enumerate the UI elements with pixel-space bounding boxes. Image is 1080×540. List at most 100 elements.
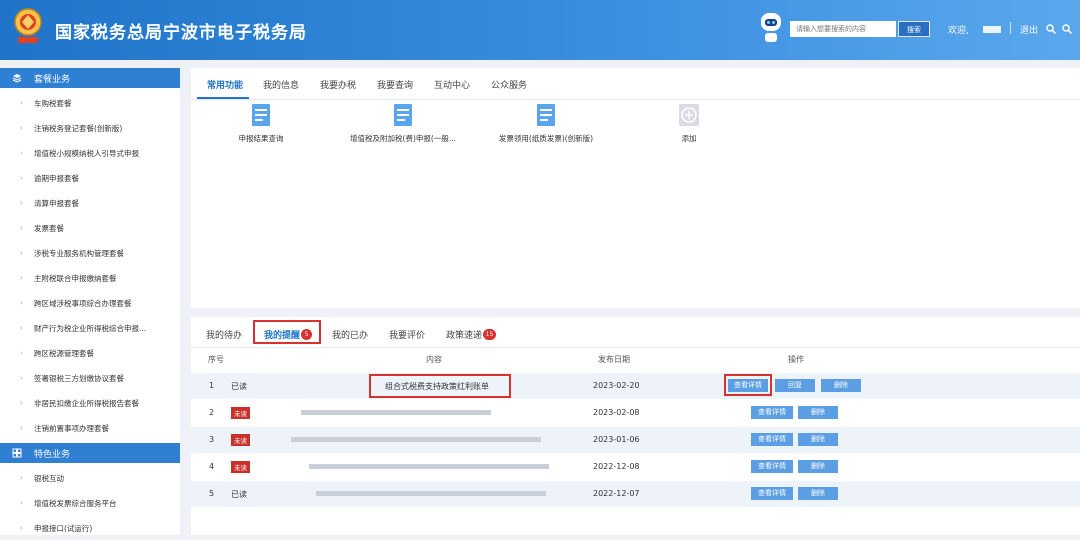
sidebar-item[interactable]: › 增值税小规模纳税人引导式申报 (0, 140, 180, 165)
bullet-icon: › (20, 224, 23, 232)
sidebar-group-label: 特色业务 (34, 450, 71, 460)
bullet-icon: › (20, 274, 23, 282)
tab-my-info[interactable]: 我的信息 (263, 78, 299, 91)
sidebar-item[interactable]: › 申报接口(试运行) (0, 515, 180, 540)
tab-my-done[interactable]: 我的已办 (332, 328, 368, 341)
function-vat-declaration[interactable]: 增值税及附加税(费)申报(一般... (333, 100, 473, 160)
redacted-content (309, 464, 549, 469)
table-row[interactable]: 1 已读 组合式税费支持政策红利账单 2023-02-20 查看详情 回复 删除 (191, 373, 1080, 399)
view-details-button[interactable]: 查看详情 (751, 460, 793, 473)
sidebar-item[interactable]: › 财产行为税企业所得税综合申报... (0, 315, 180, 340)
bullet-icon: › (20, 249, 23, 257)
bullet-icon: › (20, 349, 23, 357)
tab-policy-express[interactable]: 政策速递 (446, 328, 482, 341)
tax-emblem-icon (14, 8, 42, 43)
sidebar-item[interactable]: › 注销前置事项办理套餐 (0, 415, 180, 440)
unread-badge: 未读 (231, 407, 250, 419)
sidebar-item-label: 财产行为税企业所得税综合申报... (34, 324, 147, 333)
sidebar-item-label: 非居民扣缴企业所得税报告套餐 (34, 399, 139, 408)
sidebar-group-label: 套餐业务 (34, 75, 71, 85)
delete-button[interactable]: 删除 (798, 433, 838, 446)
function-label: 添加 (681, 134, 697, 143)
sidebar-item[interactable]: › 银税互动 (0, 465, 180, 490)
sidebar-item[interactable]: › 签署银税三方划缴协议套餐 (0, 365, 180, 390)
row-number: 3 (209, 435, 215, 444)
column-header-date: 发布日期 (598, 355, 630, 364)
tab-my-todo[interactable]: 我的待办 (206, 328, 242, 341)
row-number: 2 (209, 408, 215, 417)
reply-button[interactable]: 回复 (775, 379, 815, 392)
function-declaration-query[interactable]: 申报结果查询 (191, 100, 331, 160)
sidebar-item-label: 逾期申报套餐 (34, 174, 79, 183)
bullet-icon: › (20, 499, 23, 507)
delete-button[interactable]: 删除 (821, 379, 861, 392)
sidebar-item-label: 发票套餐 (34, 224, 64, 233)
tabs-divider (191, 347, 1080, 348)
tab-interaction[interactable]: 互动中心 (434, 78, 470, 91)
redacted-content (291, 437, 541, 442)
tab-query[interactable]: 我要查询 (377, 78, 413, 91)
table-row[interactable]: 4 未读 2022-12-08 查看详情 删除 (191, 454, 1080, 480)
publish-date: 2023-01-06 (593, 435, 640, 444)
table-row[interactable]: 5 已读 2022-12-07 查看详情 删除 (191, 481, 1080, 507)
function-label: 申报结果查询 (238, 134, 284, 143)
function-invoice-collection[interactable]: 发票领用(纸质发票)(创新版) (476, 100, 616, 160)
sidebar-item[interactable]: › 跨区税源管理套餐 (0, 340, 180, 365)
sidebar-item[interactable]: › 清算申报套餐 (0, 190, 180, 215)
sidebar-item[interactable]: › 增值税发票综合服务平台 (0, 490, 180, 515)
read-status: 已读 (231, 490, 247, 499)
sidebar-item-label: 申报接口(试运行) (34, 524, 93, 533)
sidebar-item-label: 主附税联合申报缴纳套餐 (34, 274, 117, 283)
function-label: 增值税及附加税(费)申报(一般... (350, 134, 456, 143)
view-details-button[interactable]: 查看详情 (751, 406, 793, 419)
view-details-button[interactable]: 查看详情 (751, 487, 793, 500)
user-name-redacted (983, 26, 1001, 33)
redacted-content (301, 410, 491, 415)
sidebar-group-featured[interactable]: 特色业务 (0, 443, 180, 463)
sidebar-item[interactable]: › 注销税务登记套餐(创新版) (0, 115, 180, 140)
sidebar-item[interactable]: › 涉税专业服务机构管理套餐 (0, 240, 180, 265)
delete-button[interactable]: 删除 (798, 487, 838, 500)
tab-public-service[interactable]: 公众服务 (491, 78, 527, 91)
welcome-text: 欢迎, (948, 26, 969, 36)
sidebar-item-label: 签署银税三方划缴协议套餐 (34, 374, 124, 383)
publish-date: 2023-02-20 (593, 381, 640, 390)
redacted-content (316, 491, 546, 496)
sidebar-item[interactable]: › 主附税联合申报缴纳套餐 (0, 265, 180, 290)
bullet-icon: › (20, 199, 23, 207)
zoom-in-icon[interactable] (1046, 24, 1056, 34)
delete-button[interactable]: 删除 (798, 406, 838, 419)
search-input[interactable] (790, 21, 896, 37)
sidebar-item[interactable]: › 发票套餐 (0, 215, 180, 240)
bullet-icon: › (20, 399, 23, 407)
messages-panel: 我的待办 我的提醒 5 我的已办 我要评价 政策速递 15 序号 内容 发布日期… (191, 317, 1080, 535)
logout-link[interactable]: 退出 (1020, 23, 1038, 36)
highlight-frame-tab (253, 320, 321, 344)
tab-common-functions[interactable]: 常用功能 (207, 78, 243, 91)
bullet-icon: › (20, 474, 23, 482)
delete-button[interactable]: 删除 (798, 460, 838, 473)
search-button[interactable]: 搜索 (898, 21, 930, 37)
layers-icon (12, 74, 22, 83)
grid-icon (12, 448, 22, 458)
row-number: 4 (209, 462, 215, 471)
sidebar-item-label: 增值税小规模纳税人引导式申报 (34, 149, 139, 158)
bullet-icon: › (20, 424, 23, 432)
robot-assistant-icon[interactable] (758, 10, 784, 46)
sidebar-item[interactable]: › 跨区域涉税事项综合办理套餐 (0, 290, 180, 315)
sidebar-group-packages[interactable]: 套餐业务 (0, 68, 180, 88)
sidebar-item-label: 增值税发票综合服务平台 (34, 499, 117, 508)
table-row[interactable]: 3 未读 2023-01-06 查看详情 删除 (191, 427, 1080, 453)
sidebar-item[interactable]: › 逾期申报套餐 (0, 165, 180, 190)
column-header-no: 序号 (208, 355, 224, 364)
tab-evaluate[interactable]: 我要评价 (389, 328, 425, 341)
sidebar-item-label: 注销前置事项办理套餐 (34, 424, 109, 433)
tab-tax-handling[interactable]: 我要办税 (320, 78, 356, 91)
view-details-button[interactable]: 查看详情 (751, 433, 793, 446)
table-row[interactable]: 2 未读 2023-02-08 查看详情 删除 (191, 400, 1080, 426)
function-add[interactable]: 添加 (619, 100, 759, 160)
sidebar-item[interactable]: › 车购税套餐 (0, 90, 180, 115)
sidebar-item[interactable]: › 非居民扣缴企业所得税报告套餐 (0, 390, 180, 415)
zoom-out-icon[interactable] (1062, 24, 1072, 34)
unread-badge: 未读 (231, 461, 250, 473)
